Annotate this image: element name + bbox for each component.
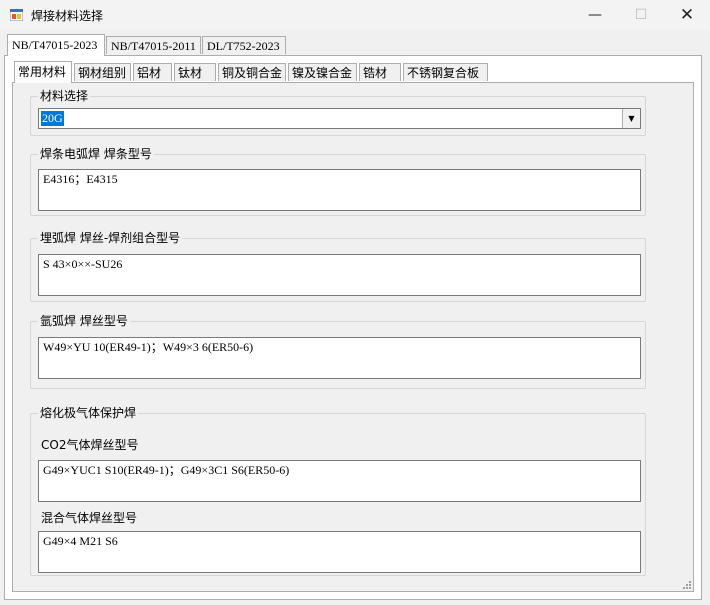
co2-wire-type-field[interactable]: G49×YUC1 S10(ER49-1)；G49×3C1 S6(ER50-6) <box>38 460 641 502</box>
smaw-group-label: 焊条电弧焊 焊条型号 <box>38 146 154 162</box>
chevron-down-icon[interactable]: ▼ <box>622 109 640 128</box>
gmaw-group-label: 熔化极气体保护焊 <box>38 405 139 421</box>
saw-group-label: 埋弧焊 焊丝-焊剂组合型号 <box>38 230 183 246</box>
tab-steel-groups[interactable]: 钢材组别 <box>74 63 131 81</box>
close-button[interactable]: ✕ <box>664 0 710 30</box>
tab-common-materials[interactable]: 常用材料 <box>14 61 72 83</box>
tig-wire-type-field[interactable]: W49×YU 10(ER49-1)；W49×3 6(ER50-6) <box>38 337 641 379</box>
co2-wire-label: CO2气体焊丝型号 <box>41 438 139 452</box>
tab-zirconium[interactable]: 锆材 <box>359 63 401 81</box>
resize-grip-icon[interactable] <box>681 579 691 589</box>
app-icon <box>10 9 23 21</box>
gtaw-group-label: 氩弧焊 焊丝型号 <box>38 313 130 329</box>
material-group-label: 材料选择 <box>38 88 91 104</box>
tab-aluminum[interactable]: 铝材 <box>133 63 172 81</box>
tab-stainless-clad[interactable]: 不锈钢复合板 <box>403 63 488 81</box>
minimize-button[interactable]: — <box>572 0 618 30</box>
title-bar: 焊接材料选择 — ☐ ✕ <box>0 0 710 30</box>
wire-flux-type-field[interactable]: S 43×0××-SU26 <box>38 254 641 296</box>
electrode-type-field[interactable]: E4316；E4315 <box>38 169 641 211</box>
window-title: 焊接材料选择 <box>31 9 104 23</box>
tab-copper-alloys[interactable]: 铜及铜合金 <box>218 63 286 81</box>
material-combobox[interactable]: 20G ▼ <box>38 108 641 129</box>
mixed-gas-wire-type-field[interactable]: G49×4 M21 S6 <box>38 531 641 573</box>
tab-titanium[interactable]: 钛材 <box>174 63 216 81</box>
material-selected-value: 20G <box>41 111 64 126</box>
mixed-gas-wire-label: 混合气体焊丝型号 <box>41 511 138 525</box>
maximize-button[interactable]: ☐ <box>618 0 664 30</box>
tab-nb-t47015-2011[interactable]: NB/T47015-2011 <box>106 36 201 54</box>
tab-nb-t47015-2023[interactable]: NB/T47015-2023 <box>7 34 105 56</box>
tab-dl-t752-2023[interactable]: DL/T752-2023 <box>202 36 286 54</box>
tab-nickel-alloys[interactable]: 镍及镍合金 <box>288 63 357 81</box>
